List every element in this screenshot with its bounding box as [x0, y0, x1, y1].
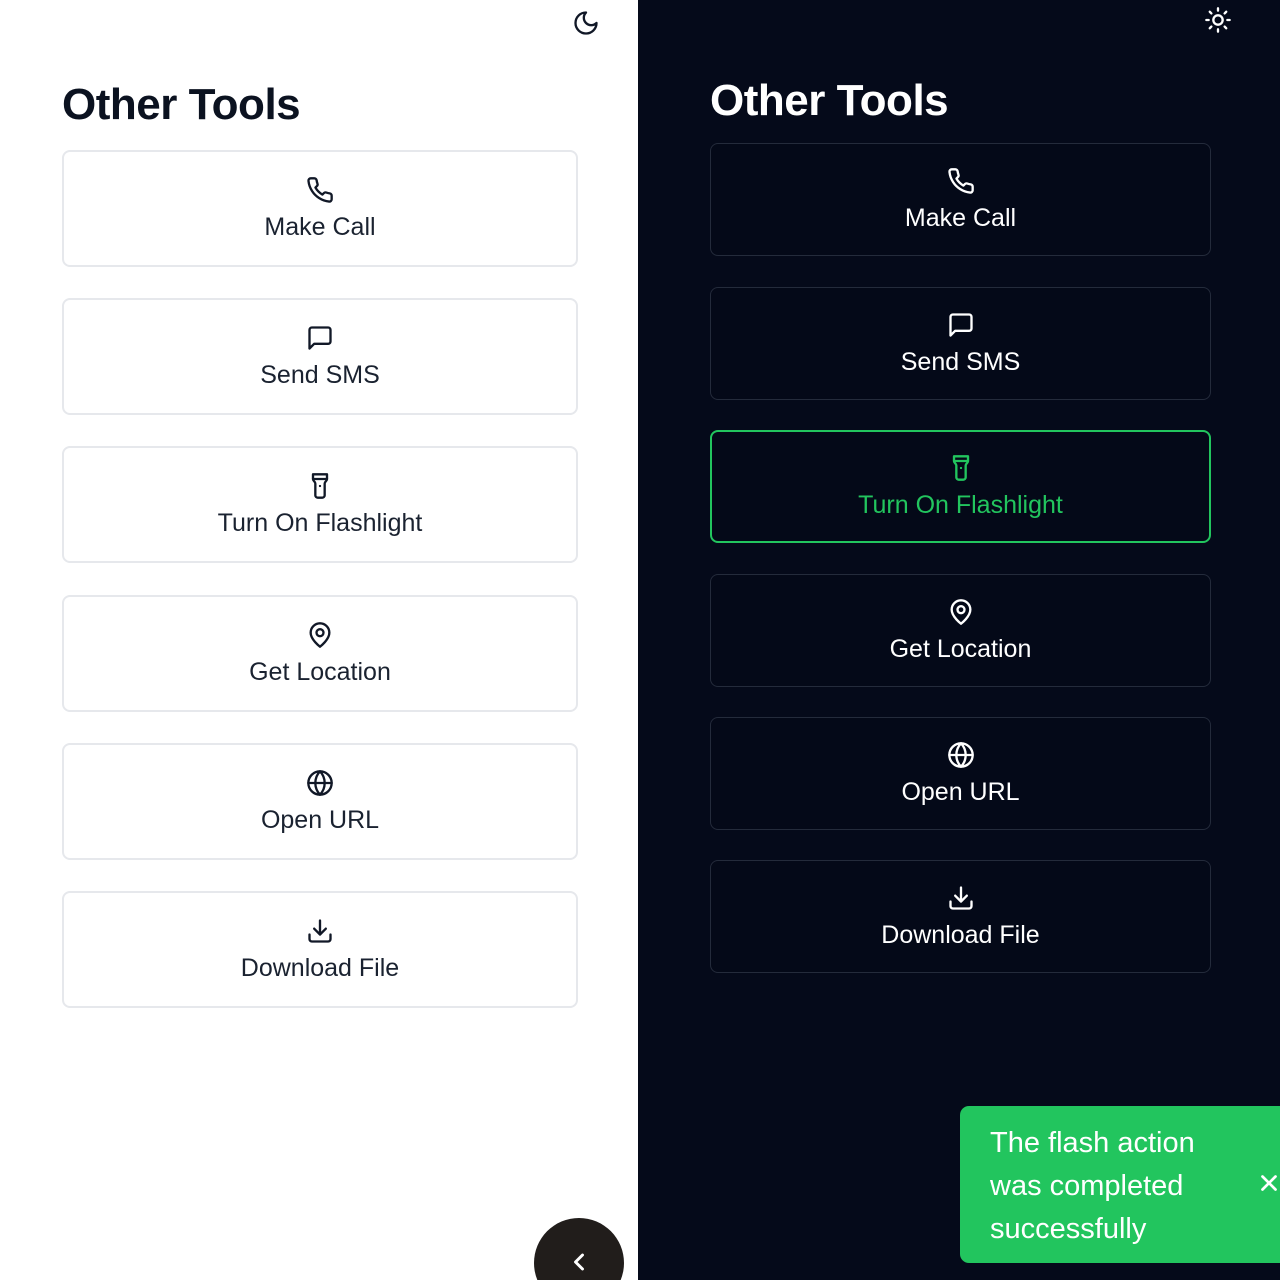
tool-label: Download File: [240, 954, 400, 982]
map-pin-icon: [946, 597, 976, 627]
download-file-button[interactable]: Download File: [710, 860, 1211, 973]
download-file-button[interactable]: Download File: [62, 891, 578, 1008]
chevron-left-icon: [574, 1253, 584, 1271]
tool-label: Get Location: [249, 658, 391, 686]
tool-label: Get Location: [889, 635, 1032, 663]
tool-label: Make Call: [264, 213, 376, 241]
tool-label: Send SMS: [260, 361, 380, 389]
globe-icon: [305, 768, 335, 798]
light-theme-panel: Other Tools Make Call Send SMS Turn On F…: [0, 0, 638, 1280]
open-url-button[interactable]: Open URL: [62, 743, 578, 860]
send-sms-button[interactable]: Send SMS: [62, 298, 578, 415]
toast-message: The flash action was completed successfu…: [990, 1127, 1195, 1245]
tool-label: Open URL: [901, 778, 1020, 806]
toast-close-button[interactable]: [1256, 1170, 1280, 1200]
message-icon: [946, 310, 976, 340]
page-title: Other Tools: [710, 76, 949, 125]
map-pin-icon: [305, 620, 335, 650]
moon-icon: [574, 11, 598, 35]
tool-label: Send SMS: [900, 348, 1021, 376]
back-button[interactable]: [534, 1218, 624, 1280]
globe-icon: [946, 740, 976, 770]
make-call-button[interactable]: Make Call: [710, 143, 1211, 256]
send-sms-button[interactable]: Send SMS: [710, 287, 1211, 400]
tool-label: Make Call: [904, 204, 1017, 232]
dark-mode-toggle[interactable]: [568, 5, 604, 41]
close-icon: [1261, 1175, 1277, 1191]
tool-label: Turn On Flashlight: [217, 509, 423, 537]
download-icon: [305, 916, 335, 946]
phone-icon: [305, 175, 335, 205]
phone-icon: [946, 166, 976, 196]
dark-theme-panel: Other Tools Make Call Send SMS Turn On F…: [638, 0, 1280, 1280]
download-icon: [946, 883, 976, 913]
get-location-button[interactable]: Get Location: [710, 574, 1211, 687]
flashlight-button[interactable]: Turn On Flashlight: [62, 446, 578, 563]
success-toast: The flash action was completed successfu…: [960, 1106, 1280, 1263]
flashlight-icon: [305, 471, 335, 501]
open-url-button[interactable]: Open URL: [710, 717, 1211, 830]
flashlight-icon: [946, 453, 976, 483]
tool-label: Download File: [881, 921, 1040, 949]
page-title: Other Tools: [62, 80, 301, 129]
message-icon: [305, 323, 335, 353]
sun-icon: [1205, 7, 1231, 33]
flashlight-button[interactable]: Turn On Flashlight: [710, 430, 1211, 543]
get-location-button[interactable]: Get Location: [62, 595, 578, 712]
tool-label: Turn On Flashlight: [858, 491, 1063, 519]
make-call-button[interactable]: Make Call: [62, 150, 578, 267]
light-mode-toggle[interactable]: [1200, 2, 1236, 38]
tool-label: Open URL: [260, 806, 380, 834]
